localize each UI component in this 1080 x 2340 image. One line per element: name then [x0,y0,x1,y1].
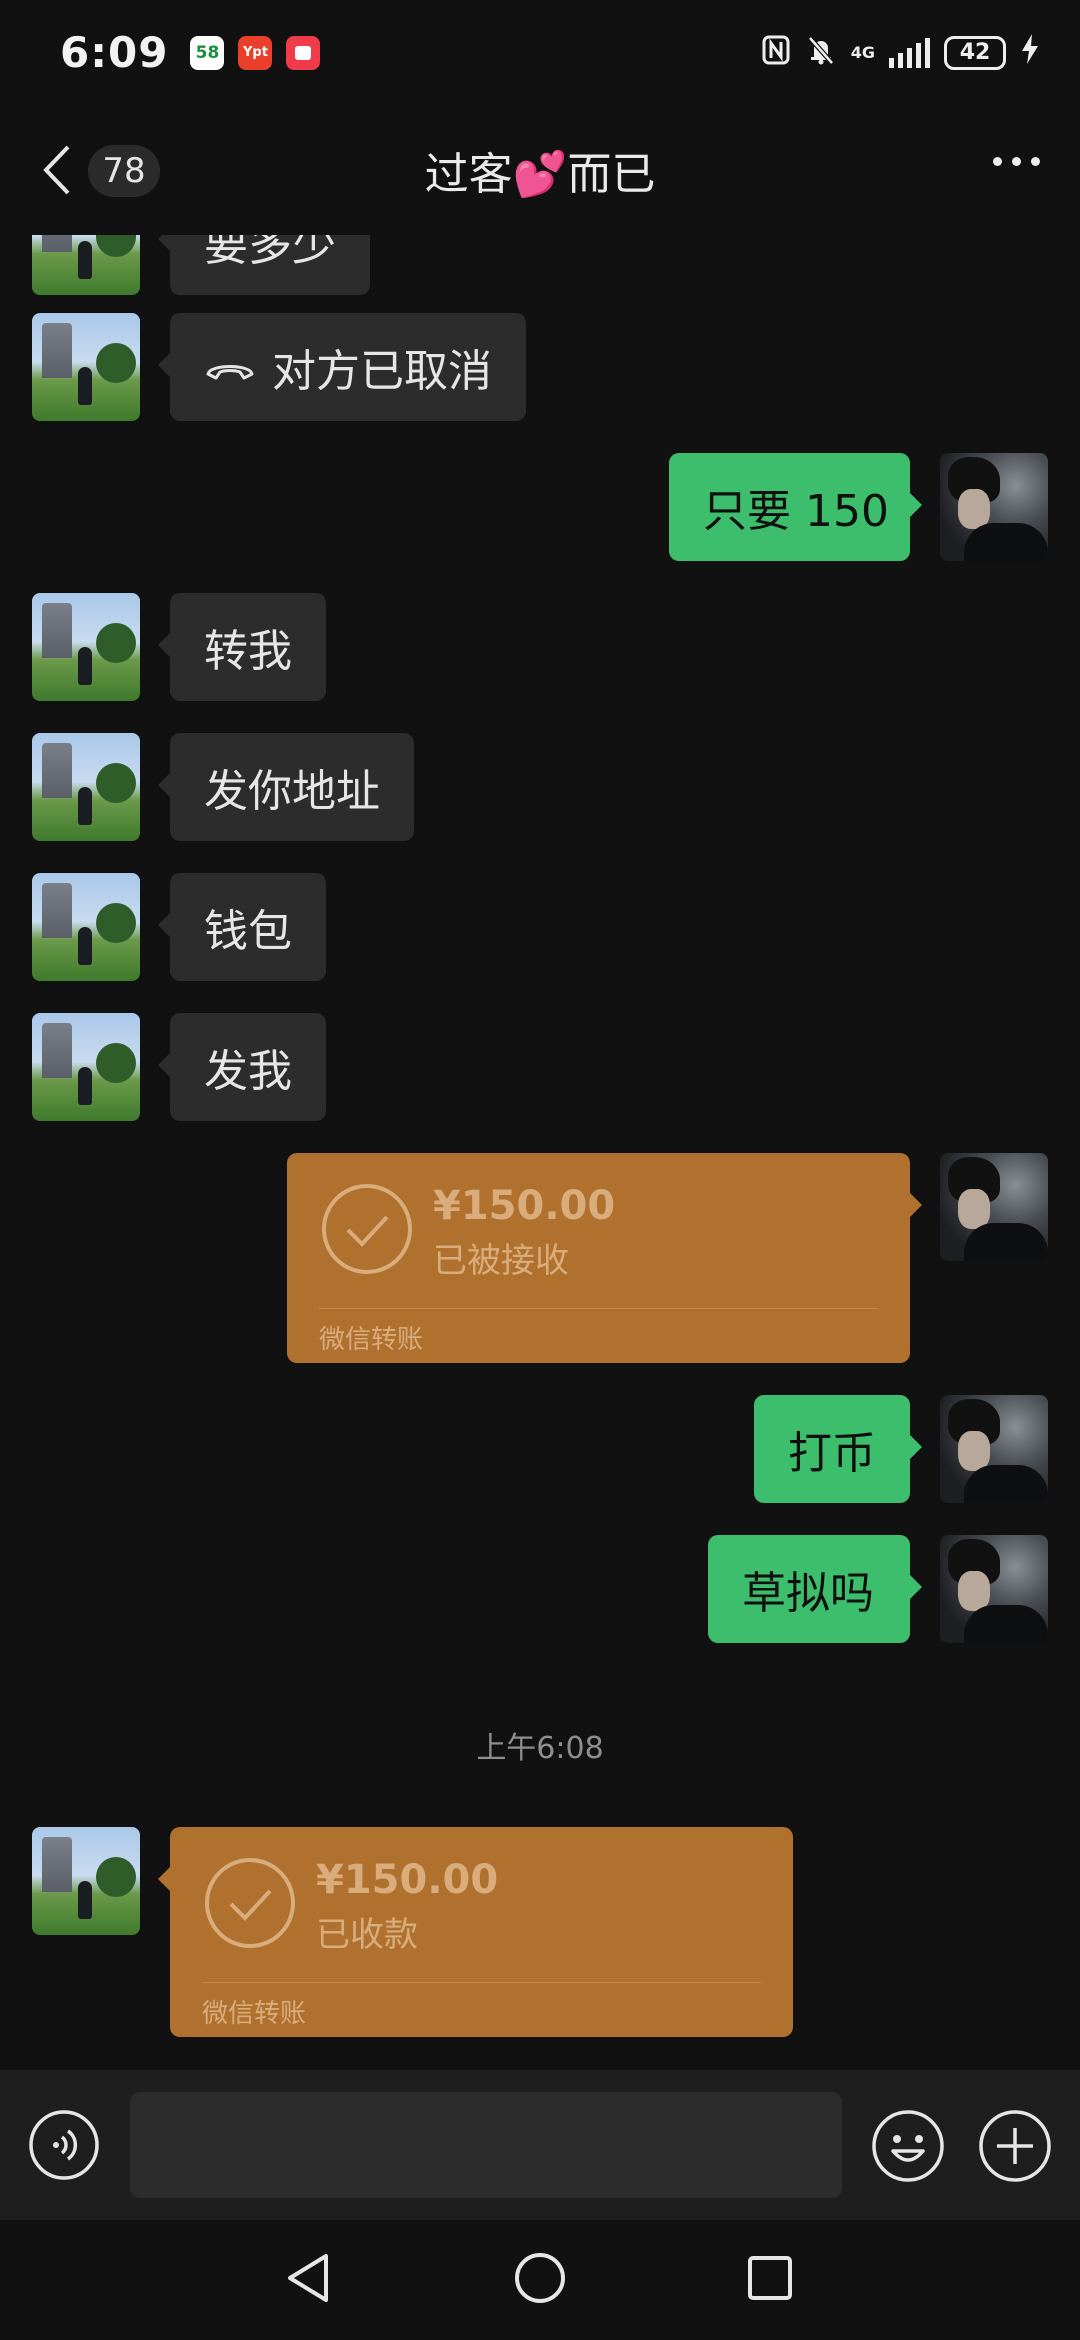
transfer-footer-label: 微信转账 [319,1325,424,1355]
phone-hangup-icon [204,342,256,393]
plus-circle-icon [979,2110,1051,2182]
message-bubble-outgoing[interactable]: 打币 [754,1395,922,1503]
message-bubble-outgoing[interactable]: 草拟吗 [708,1535,922,1643]
transfer-amount: ¥150.00 [433,1183,616,1229]
voice-icon [29,2110,99,2180]
voice-input-button[interactable] [28,2109,100,2181]
self-avatar[interactable] [940,1535,1048,1643]
app-ypt-icon: Ypt [238,35,273,70]
self-avatar[interactable] [940,1395,1048,1503]
triangle-back-icon [288,2254,328,2302]
message-list[interactable]: 要多少 对方已取消 只要 150 转我 发你地址 钱包 发我 ¥150.00 已… [0,235,1080,2070]
call-record-bubble[interactable]: 对方已取消 [158,313,526,421]
contact-avatar[interactable] [32,733,140,841]
check-circle-icon [205,1858,295,1948]
check-circle-icon [322,1184,412,1274]
contact-avatar[interactable] [32,1013,140,1121]
message-input[interactable] [130,2092,842,2198]
chat-title: 过客💕而已 [424,149,656,200]
transfer-card-incoming[interactable]: ¥150.00 已收款 微信转账 [158,1827,793,2037]
circle-home-icon [515,2253,565,2303]
dot-icon [1012,157,1021,166]
self-avatar[interactable] [940,453,1048,561]
signal-icon [889,37,930,68]
nfc-icon [761,34,791,72]
message-bubble-incoming[interactable]: 发我 [158,1013,326,1121]
network-type: 4G [850,42,875,62]
self-avatar[interactable] [940,1153,1048,1261]
system-navigation-bar [0,2220,1080,2340]
message-bubble-incoming[interactable]: 要多少 [158,235,370,295]
message-bubble-incoming[interactable]: 转我 [158,593,326,701]
contact-avatar[interactable] [32,873,140,981]
app-58-icon: 58 [190,35,225,70]
status-bar: 6:09 58 Ypt 4G 42 [0,0,1080,105]
nav-home-button[interactable] [510,2248,570,2308]
contact-avatar[interactable] [32,313,140,421]
message-bubble-incoming[interactable]: 钱包 [158,873,326,981]
transfer-footer-label: 微信转账 [202,1999,307,2029]
contact-avatar[interactable] [32,235,140,295]
more-options-button[interactable] [993,157,1040,166]
contact-avatar[interactable] [32,1827,140,1935]
dot-icon [1031,157,1040,166]
app-red-icon [286,35,321,70]
transfer-amount: ¥150.00 [316,1857,499,1903]
square-recents-icon [748,2256,792,2300]
divider [319,1308,878,1309]
contact-avatar[interactable] [32,593,140,701]
more-actions-button[interactable] [978,2109,1052,2183]
smiley-icon [872,2110,944,2182]
message-timestamp: 上午6:08 [476,1731,604,1766]
battery-icon: 42 [944,35,1006,70]
transfer-card-outgoing[interactable]: ¥150.00 已被接收 微信转账 [287,1153,922,1363]
message-bubble-outgoing[interactable]: 只要 150 [669,453,922,561]
transfer-status: 已收款 [316,1915,418,1955]
charging-icon [1020,33,1040,73]
call-status-text: 对方已取消 [272,346,492,397]
transfer-status: 已被接收 [433,1241,569,1281]
divider [202,1982,761,1983]
nav-back-button[interactable] [280,2248,340,2308]
message-input-bar [0,2070,1080,2220]
dot-icon [993,157,1002,166]
system-status: 4G 42 [761,33,1040,73]
message-bubble-incoming[interactable]: 发你地址 [158,733,414,841]
status-time: 6:09 [60,28,169,77]
mute-bell-icon [805,34,837,72]
notification-icons: 58 Ypt [190,35,321,70]
nav-recents-button[interactable] [742,2250,798,2306]
chat-header: 78 过客💕而已 [0,105,1080,235]
emoji-button[interactable] [871,2109,945,2183]
